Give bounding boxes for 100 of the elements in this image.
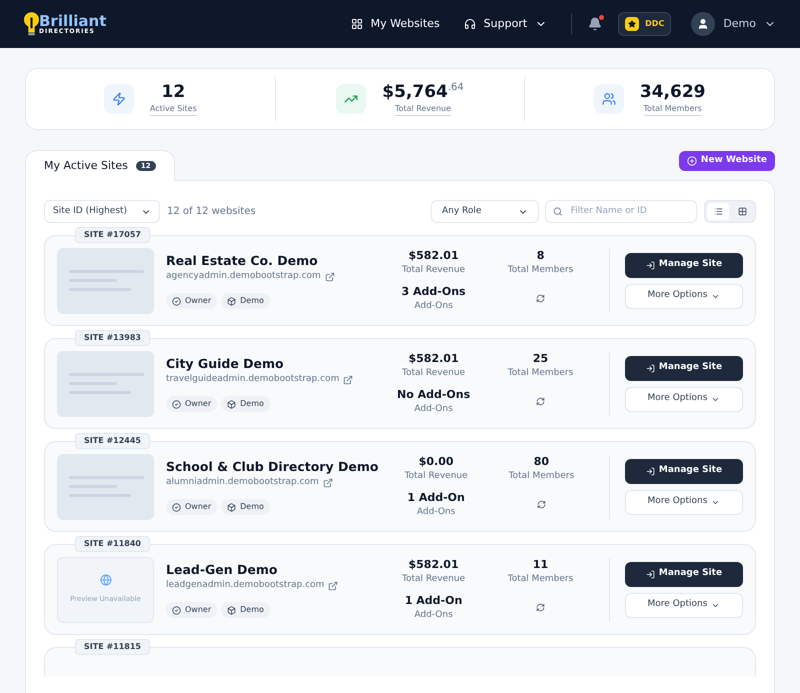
- bell-icon: [588, 17, 602, 31]
- search-field[interactable]: Filter Name or ID: [545, 200, 697, 223]
- new-website-button[interactable]: New Website: [678, 151, 775, 171]
- manage-site-button[interactable]: Manage Site: [625, 458, 743, 484]
- users-icon: [594, 84, 624, 114]
- tag: Demo: [221, 499, 270, 516]
- lightbulb-icon: [24, 12, 39, 36]
- revenue-label: Total Revenue: [401, 367, 466, 380]
- more-options-button[interactable]: More Options: [624, 386, 743, 412]
- refresh-icon[interactable]: [536, 500, 546, 509]
- members-label: Total Members: [506, 367, 574, 380]
- tag: Demo: [221, 602, 270, 618]
- tag: Demo: [221, 396, 270, 412]
- revenue-value: $0.00: [418, 454, 454, 470]
- list-view-button[interactable]: [707, 203, 729, 220]
- members-label: Total Members: [508, 470, 576, 483]
- list-icon: [714, 207, 722, 216]
- plus-circle-icon: [686, 156, 697, 166]
- site-domain[interactable]: travelguideadmin.demobootstrap.com: [166, 372, 340, 386]
- members-value: 80: [532, 454, 550, 470]
- site-domain[interactable]: alumniadmin.demobootstrap.com: [166, 476, 319, 490]
- members-label: Total Members: [506, 573, 574, 586]
- login-icon: [646, 466, 655, 476]
- tag: Owner: [166, 396, 218, 412]
- stat-value: 34,629: [640, 82, 706, 104]
- box-icon: [227, 606, 236, 615]
- site-id-badge: SITE #17057: [75, 227, 150, 243]
- tag: Owner: [166, 602, 218, 618]
- manage-site-button[interactable]: Manage Site: [624, 562, 743, 586]
- headset-icon: [464, 18, 476, 30]
- more-options-button[interactable]: More Options: [625, 490, 743, 514]
- star-icon: [625, 17, 640, 31]
- results-count: 12 of 12 websites: [167, 205, 256, 219]
- search-icon: [553, 206, 563, 217]
- tag: Demo: [221, 293, 270, 310]
- members-value: 11: [532, 556, 550, 572]
- addons-value: 3 Add-Ons: [400, 284, 467, 300]
- grid-icon: [738, 207, 746, 216]
- revenue-label: Total Revenue: [404, 470, 469, 483]
- refresh-icon[interactable]: [536, 603, 546, 612]
- site-name: City Guide Demo: [166, 354, 285, 373]
- addons-label: Add-Ons: [413, 609, 454, 622]
- refresh-icon[interactable]: [536, 397, 546, 406]
- manage-site-button[interactable]: Manage Site: [624, 356, 743, 380]
- tag: Owner: [166, 293, 218, 310]
- stat-label: Active Sites: [150, 103, 197, 116]
- box-icon: [227, 502, 236, 512]
- site-id-badge: SITE #13983: [75, 330, 150, 346]
- revenue-value: $582.01: [408, 556, 460, 572]
- revenue-value: $582.01: [408, 248, 460, 264]
- sort-select[interactable]: Site ID (Highest): [44, 200, 160, 223]
- site-id-badge: SITE #12445: [75, 433, 150, 449]
- addons-value: 1 Add-On: [404, 592, 464, 608]
- ddc-badge[interactable]: DDC: [618, 12, 672, 36]
- revenue-label: Total Revenue: [401, 573, 466, 586]
- addons-value: 1 Add-On: [406, 490, 466, 506]
- external-link-icon[interactable]: [343, 374, 354, 384]
- grid-icon: [350, 18, 363, 30]
- role-select[interactable]: Any Role: [431, 200, 539, 223]
- login-icon: [646, 364, 655, 372]
- members-value: 25: [532, 350, 550, 366]
- nav-link[interactable]: My Websites: [350, 16, 440, 32]
- revenue-label: Total Revenue: [401, 264, 466, 277]
- box-icon: [227, 296, 236, 306]
- tag: Owner: [166, 499, 218, 516]
- chart-icon: [336, 84, 366, 114]
- addons-label: Add-Ons: [413, 300, 454, 313]
- manage-site-button[interactable]: Manage Site: [624, 252, 743, 278]
- site-id-badge: SITE #11840: [75, 536, 150, 552]
- check-circle-icon: [172, 296, 181, 306]
- site-domain[interactable]: agencyadmin.demobootstrap.com: [166, 270, 321, 284]
- check-circle-icon: [172, 502, 181, 512]
- refresh-icon[interactable]: [536, 294, 546, 303]
- search-input[interactable]: Filter Name or ID: [570, 204, 689, 218]
- addons-label: Add-Ons: [416, 506, 456, 519]
- site-domain[interactable]: leadgenadmin.demobootstrap.com: [166, 578, 324, 592]
- site-name: Lead-Gen Demo: [166, 560, 278, 579]
- stat-label: Total Members: [644, 103, 702, 116]
- logo-title: Brilliant: [39, 14, 106, 28]
- external-link-icon[interactable]: [324, 272, 335, 282]
- revenue-value: $582.01: [408, 350, 460, 366]
- stat-value: 12: [162, 82, 186, 104]
- check-circle-icon: [172, 606, 181, 615]
- avatar-icon: [691, 12, 716, 36]
- addons-value: No Add-Ons: [396, 386, 472, 402]
- external-link-icon[interactable]: [322, 478, 333, 488]
- notifications-button[interactable]: [588, 17, 602, 31]
- addons-label: Add-Ons: [413, 403, 454, 416]
- site-name: School & Club Directory Demo: [166, 458, 378, 476]
- external-link-icon[interactable]: [328, 580, 338, 590]
- nav-link[interactable]: Support: [464, 16, 548, 32]
- user-menu[interactable]: Demo: [691, 12, 776, 36]
- site-id-badge: SITE #11815: [75, 639, 150, 655]
- check-circle-icon: [172, 400, 181, 409]
- more-options-button[interactable]: More Options: [624, 592, 743, 618]
- login-icon: [646, 570, 655, 578]
- members-label: Total Members: [506, 264, 574, 277]
- site-name: Real Estate Co. Demo: [166, 252, 319, 270]
- more-options-button[interactable]: More Options: [624, 284, 743, 308]
- lightning-icon: [104, 84, 134, 114]
